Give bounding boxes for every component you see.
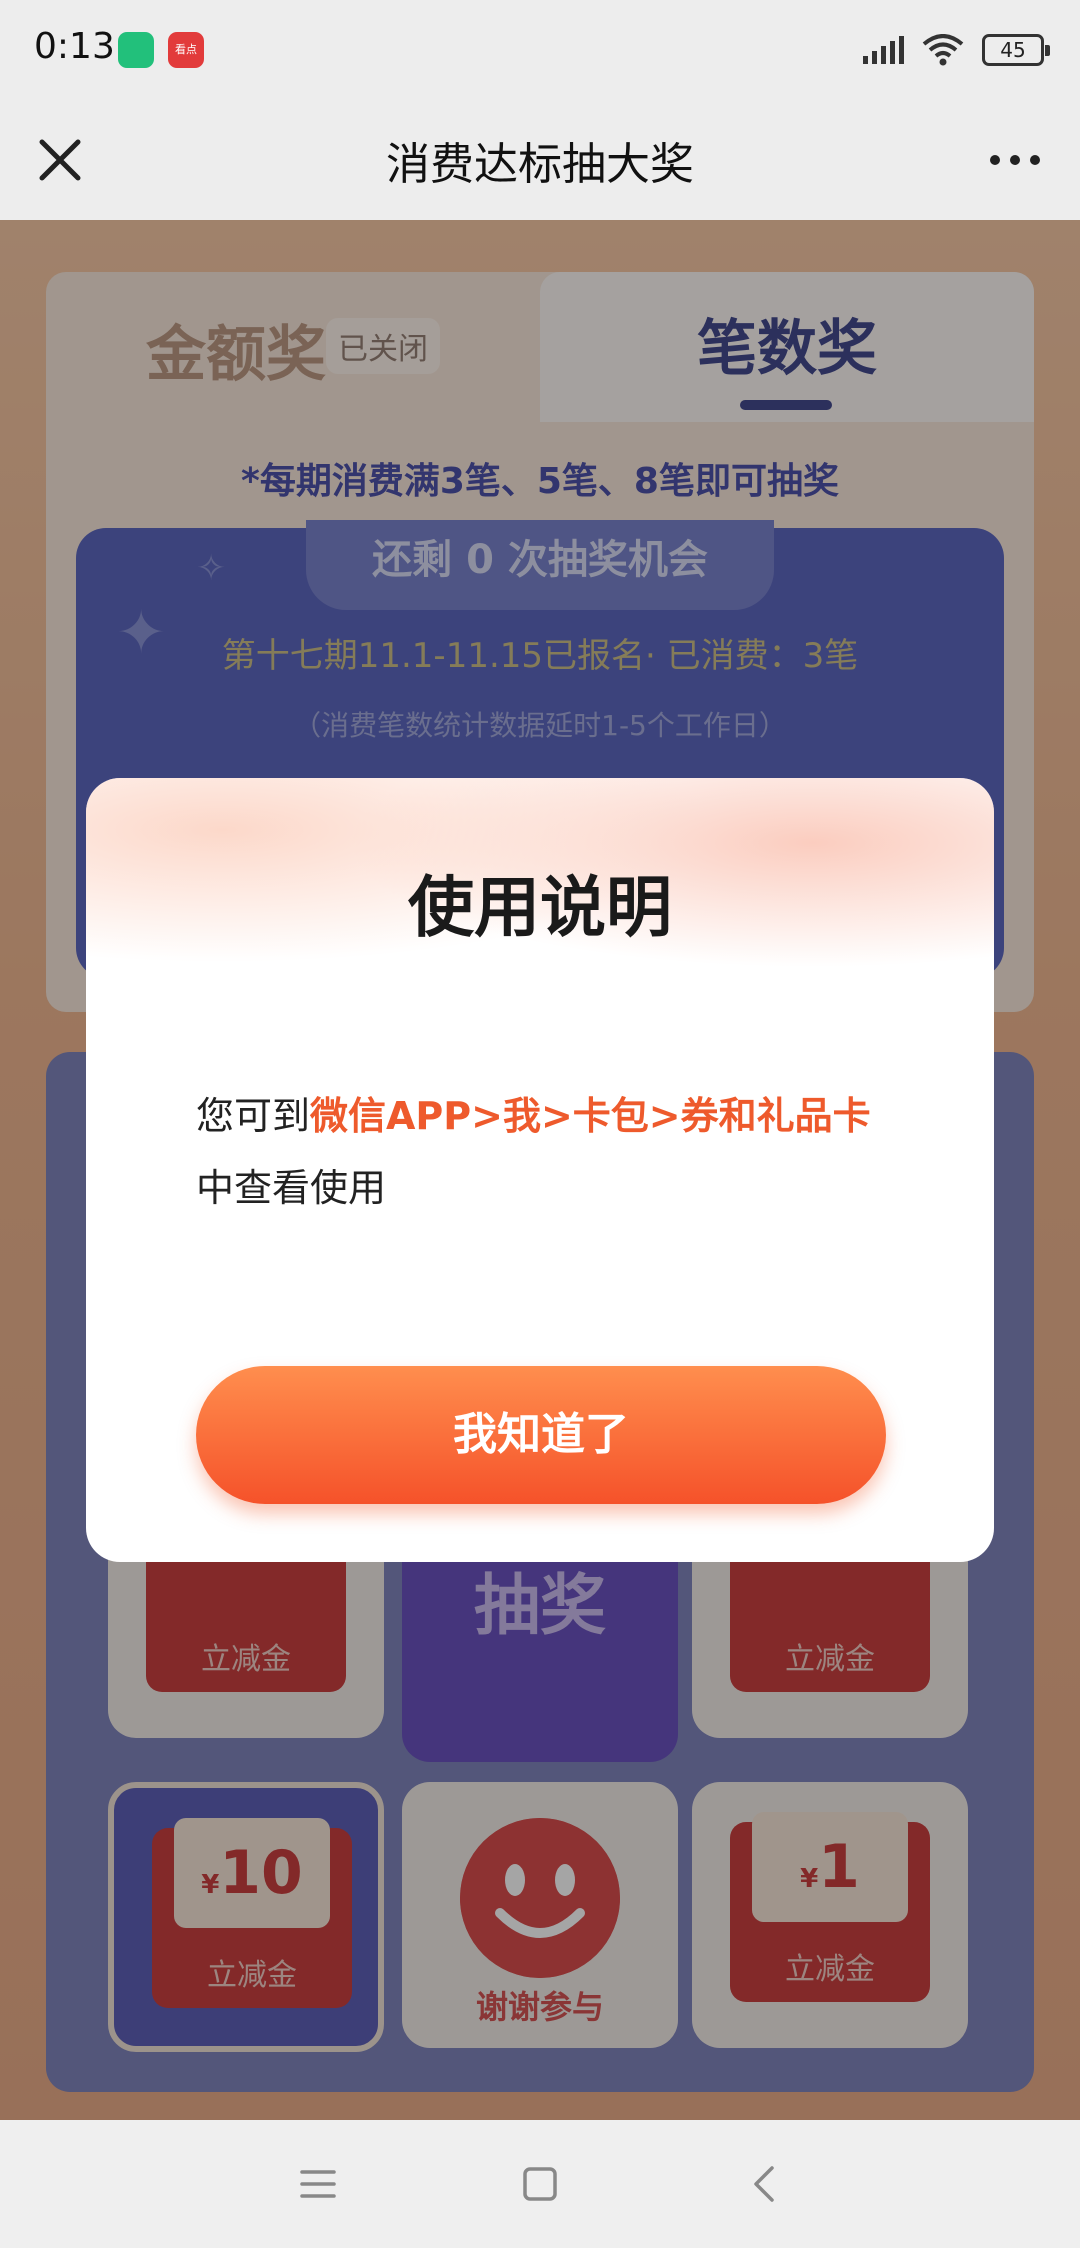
news-app-icon: 看点 <box>168 32 204 68</box>
nav-bar: 消费达标抽大奖 <box>0 100 1080 220</box>
battery-indicator: 45 <box>982 34 1050 66</box>
dialog-body: 您可到微信APP>我>卡包>券和礼品卡 中查看使用 <box>196 1080 896 1224</box>
body-prefix: 您可到 <box>196 1094 311 1138</box>
system-nav-bar <box>0 2120 1080 2248</box>
body-highlight: 微信APP>我>卡包>券和礼品卡 <box>310 1094 871 1138</box>
dialog-title: 使用说明 <box>408 869 672 946</box>
status-time: 0:13 <box>34 26 115 67</box>
wifi-icon <box>922 34 964 66</box>
more-icon[interactable] <box>980 130 1050 190</box>
confirm-button[interactable]: 我知道了 <box>196 1366 886 1504</box>
body-suffix: 中查看使用 <box>196 1166 387 1210</box>
usage-dialog: 使用说明 您可到微信APP>我>卡包>券和礼品卡 中查看使用 我知道了 <box>86 778 994 1562</box>
status-bar: 0:13 看点 45 <box>0 0 1080 100</box>
page-title: 消费达标抽大奖 <box>386 139 694 190</box>
back-icon[interactable] <box>736 2154 796 2214</box>
home-icon[interactable] <box>510 2154 570 2214</box>
shield-app-icon <box>118 32 154 68</box>
menu-icon[interactable] <box>288 2154 348 2214</box>
signal-icon <box>863 36 904 64</box>
